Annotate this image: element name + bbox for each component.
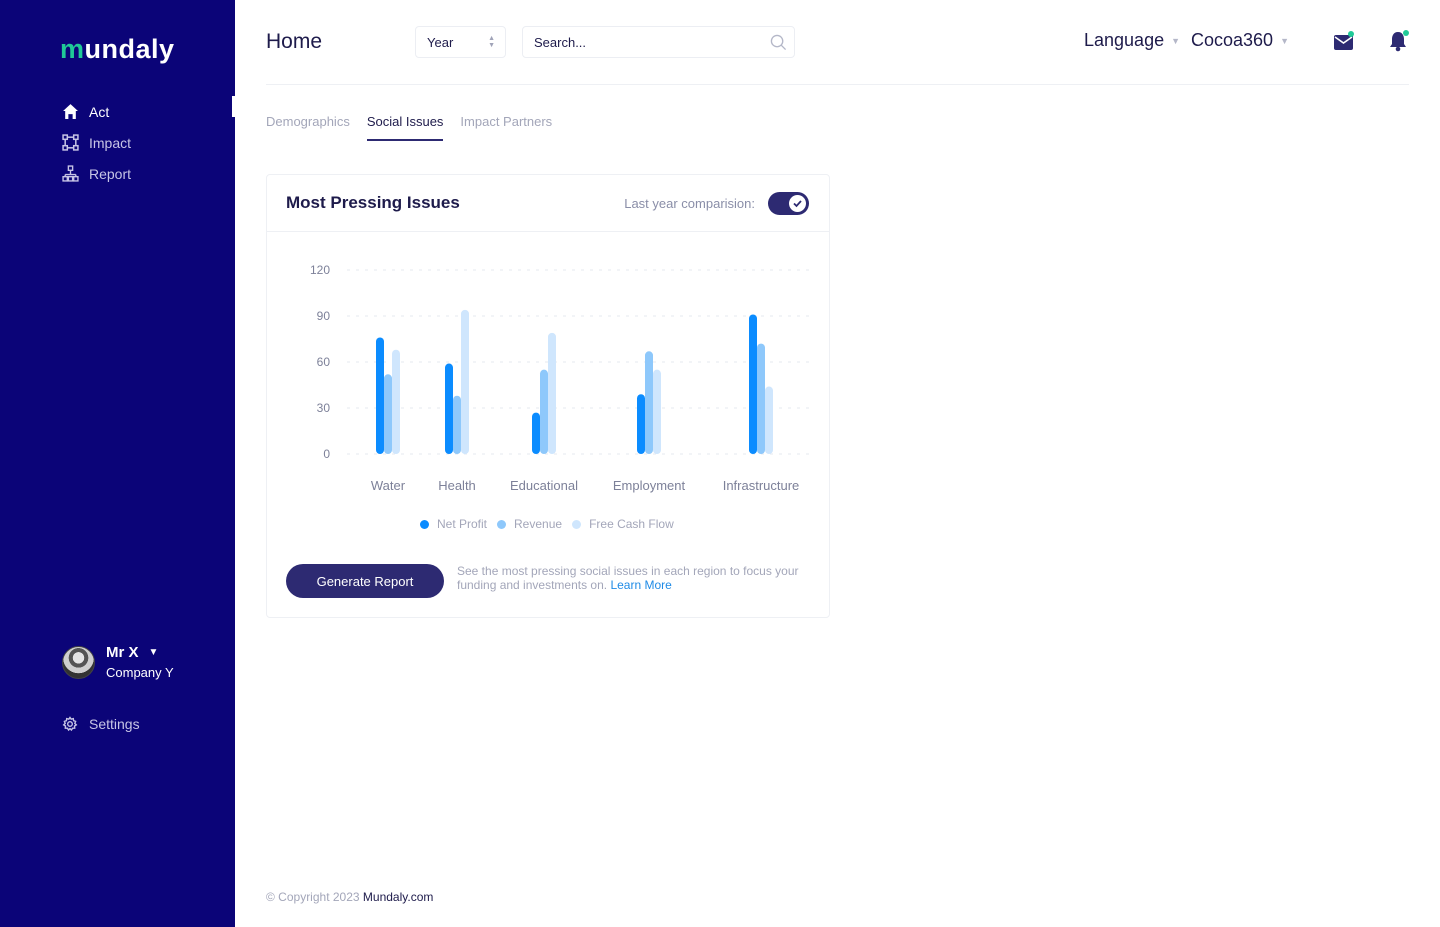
footer-brand-link[interactable]: Mundaly.com bbox=[363, 890, 433, 904]
bar-revenue bbox=[453, 395, 461, 454]
tab-bar: Demographics Social Issues Impact Partne… bbox=[266, 114, 569, 141]
x-tick-label: Employment bbox=[613, 478, 686, 493]
caret-down-icon: ▼ bbox=[148, 647, 159, 658]
legend-dot bbox=[497, 519, 507, 529]
x-tick-label: Educational bbox=[510, 478, 578, 493]
tab-social-issues[interactable]: Social Issues bbox=[366, 114, 444, 141]
bar-net-profit bbox=[445, 363, 453, 454]
legend-item-free-cash-flow: Free Cash Flow bbox=[572, 517, 674, 531]
bar-free-cash-flow bbox=[548, 332, 556, 454]
sidebar: m undaly Act Impact Report Mr X ▼ Company… bbox=[0, 0, 235, 927]
avatar bbox=[62, 645, 95, 679]
sidebar-item-impact[interactable]: Impact bbox=[62, 127, 131, 158]
card-description: See the most pressing social issues in e… bbox=[457, 564, 807, 592]
search-box bbox=[522, 26, 795, 58]
sidebar-nav: Act Impact Report bbox=[62, 96, 131, 189]
bar-revenue bbox=[645, 351, 653, 454]
mundaly-logo[interactable]: m undaly bbox=[60, 34, 175, 65]
sidebar-item-label: Act bbox=[89, 103, 110, 120]
search-icon[interactable] bbox=[770, 34, 787, 51]
sort-arrows-icon: ▲ ▼ bbox=[488, 35, 495, 49]
search-input[interactable] bbox=[523, 27, 753, 57]
tab-demographics[interactable]: Demographics bbox=[266, 114, 350, 141]
logo-text: undaly bbox=[84, 34, 175, 64]
check-icon bbox=[793, 199, 802, 207]
issues-bar-chart: 0 30 60 90 120 Water Health Educational Employme… bbox=[310, 263, 812, 493]
x-tick-label: Health bbox=[438, 478, 476, 493]
active-nav-marker bbox=[232, 96, 235, 117]
legend-dot bbox=[572, 519, 582, 529]
bar-free-cash-flow bbox=[392, 349, 400, 454]
legend-label: Free Cash Flow bbox=[589, 517, 674, 531]
gear-icon bbox=[62, 716, 78, 732]
legend-label: Revenue bbox=[514, 517, 563, 531]
notification-dot bbox=[1348, 31, 1354, 37]
user-name-row: Mr X ▼ bbox=[106, 644, 174, 661]
bar-net-profit bbox=[532, 412, 540, 454]
header-divider bbox=[266, 84, 1409, 85]
copyright-text: © Copyright 2023 bbox=[266, 890, 360, 904]
settings-label: Settings bbox=[89, 716, 140, 732]
bar-revenue bbox=[540, 369, 548, 454]
y-tick-label: 30 bbox=[317, 401, 331, 415]
home-icon bbox=[63, 104, 78, 119]
bar-revenue bbox=[384, 374, 392, 454]
y-tick-label: 60 bbox=[317, 355, 331, 369]
bar-net-profit bbox=[749, 314, 757, 454]
language-label: Language bbox=[1084, 30, 1165, 50]
footer: © Copyright 2023 Mundaly.com bbox=[266, 890, 433, 904]
user-name: Mr X bbox=[106, 644, 139, 661]
y-tick-label: 90 bbox=[317, 309, 331, 323]
report-icon bbox=[62, 165, 79, 182]
bar-revenue bbox=[757, 343, 765, 454]
sidebar-item-settings[interactable]: Settings bbox=[62, 716, 140, 732]
language-dropdown[interactable]: Language ▼ bbox=[1084, 30, 1180, 51]
comparison-toggle[interactable] bbox=[768, 191, 809, 215]
card-title: Most Pressing Issues bbox=[286, 193, 460, 212]
legend-label: Net Profit bbox=[437, 517, 488, 531]
logo-mark: m bbox=[60, 34, 85, 64]
tab-impact-partners[interactable]: Impact Partners bbox=[460, 114, 552, 141]
year-select[interactable]: Year ▲ ▼ bbox=[415, 26, 506, 58]
notification-dot bbox=[1403, 30, 1409, 36]
comparison-label: Last year comparision: bbox=[624, 195, 755, 211]
sidebar-item-act[interactable]: Act bbox=[62, 96, 131, 127]
bell-icon[interactable] bbox=[1388, 29, 1410, 53]
impact-icon bbox=[62, 134, 79, 151]
year-select-value: Year bbox=[427, 34, 454, 50]
y-tick-label: 0 bbox=[323, 447, 330, 461]
bar-free-cash-flow bbox=[461, 309, 469, 454]
legend-dot bbox=[420, 519, 429, 529]
bar-net-profit bbox=[376, 337, 384, 454]
chart-legend: Net Profit Revenue Free Cash Flow bbox=[420, 517, 684, 531]
card-header: Most Pressing Issues Last year comparisi… bbox=[267, 175, 829, 232]
issues-card: Most Pressing Issues Last year comparisi… bbox=[266, 174, 830, 618]
learn-more-link[interactable]: Learn More bbox=[610, 578, 671, 592]
sidebar-item-report[interactable]: Report bbox=[62, 158, 131, 189]
mail-icon[interactable] bbox=[1333, 31, 1355, 51]
x-tick-label: Water bbox=[371, 478, 406, 493]
comparison-control: Last year comparision: bbox=[624, 191, 809, 215]
organization-dropdown[interactable]: Cocoa360 ▼ bbox=[1191, 30, 1289, 51]
bar-free-cash-flow bbox=[653, 369, 661, 454]
legend-item-revenue: Revenue bbox=[497, 517, 562, 531]
user-company: Company Y bbox=[106, 665, 174, 680]
page-title: Home bbox=[266, 30, 323, 53]
caret-down-icon: ▼ bbox=[1280, 35, 1289, 46]
sidebar-item-label: Report bbox=[89, 165, 132, 182]
bar-net-profit bbox=[637, 394, 645, 454]
toggle-knob bbox=[789, 194, 806, 212]
legend-item-net-profit: Net Profit bbox=[420, 517, 487, 531]
x-tick-label: Infrastructure bbox=[723, 478, 800, 493]
sidebar-item-label: Impact bbox=[89, 134, 132, 151]
user-menu[interactable]: Mr X ▼ Company Y bbox=[62, 644, 174, 680]
generate-report-button[interactable]: Generate Report bbox=[286, 564, 444, 598]
organization-label: Cocoa360 bbox=[1191, 30, 1274, 50]
bar-free-cash-flow bbox=[765, 386, 773, 454]
caret-down-icon: ▼ bbox=[1171, 35, 1181, 46]
y-tick-label: 120 bbox=[310, 263, 330, 277]
